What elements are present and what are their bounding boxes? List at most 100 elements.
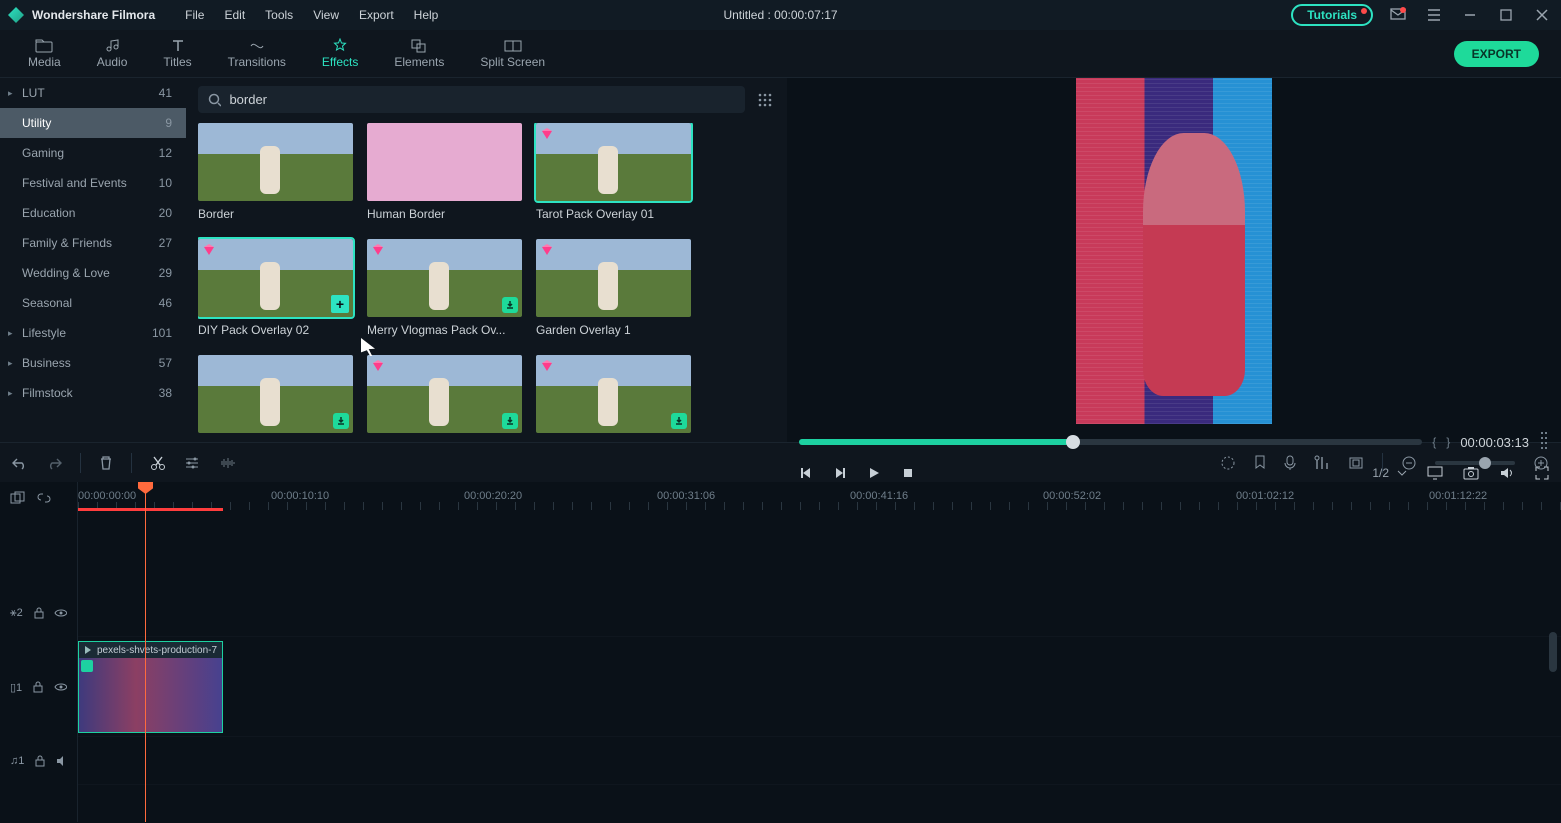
window-close-icon[interactable] — [1531, 4, 1553, 26]
text-icon — [169, 39, 187, 53]
audio-mixer-icon[interactable] — [1314, 455, 1330, 471]
audio-track-lane[interactable] — [78, 737, 1561, 785]
chevron-down-icon — [1397, 470, 1407, 476]
sidebar-item[interactable]: Lifestyle101 — [0, 318, 186, 348]
zoom-out-icon[interactable] — [1401, 455, 1417, 471]
thumbnail[interactable]: Garden Overlay 1 — [536, 239, 691, 337]
display-icon[interactable] — [1427, 466, 1443, 480]
window-maximize-icon[interactable] — [1495, 4, 1517, 26]
menu-export[interactable]: Export — [359, 8, 394, 22]
thumbnail[interactable]: Human Border — [367, 123, 522, 221]
crop-icon[interactable] — [1348, 456, 1364, 470]
audio-waveform-icon[interactable] — [218, 456, 236, 470]
lock-icon[interactable] — [34, 755, 44, 767]
tab-split-screen[interactable]: Split Screen — [462, 35, 563, 73]
zoom-in-icon[interactable] — [1533, 455, 1549, 471]
tab-transitions[interactable]: Transitions — [210, 35, 304, 73]
window-minimize-icon[interactable] — [1459, 4, 1481, 26]
voiceover-icon[interactable] — [1284, 455, 1296, 471]
adjust-icon[interactable] — [184, 456, 200, 470]
preview-drag-handle-icon[interactable] — [1539, 428, 1549, 456]
list-icon[interactable] — [1423, 4, 1445, 26]
sidebar-item[interactable]: Family & Friends27 — [0, 228, 186, 258]
sidebar-item[interactable]: Business57 — [0, 348, 186, 378]
eye-icon[interactable] — [54, 682, 67, 692]
notifications-icon[interactable] — [1387, 4, 1409, 26]
preview-panel: { } 00:00:03:13 1/2 — [787, 78, 1561, 442]
redo-icon[interactable] — [46, 456, 62, 470]
timeline-tracks[interactable]: 00:00:00:0000:00:10:1000:00:20:2000:00:3… — [78, 482, 1561, 822]
split-icon[interactable] — [150, 455, 166, 471]
tab-effects[interactable]: Effects — [304, 35, 376, 73]
tab-audio[interactable]: Audio — [79, 35, 146, 73]
thumbnail[interactable]: Border — [198, 123, 353, 221]
playhead[interactable] — [145, 482, 146, 822]
timeline-ruler[interactable]: 00:00:00:0000:00:10:1000:00:20:2000:00:3… — [78, 482, 1561, 514]
sidebar-item[interactable]: Wedding & Love29 — [0, 258, 186, 288]
lock-icon[interactable] — [32, 681, 43, 693]
menu-edit[interactable]: Edit — [224, 8, 245, 22]
volume-icon[interactable] — [1499, 466, 1515, 480]
track-header-audio[interactable]: ♫1 — [0, 737, 77, 785]
step-back-icon[interactable] — [799, 466, 813, 480]
stop-icon[interactable] — [901, 466, 915, 480]
play-icon[interactable] — [867, 466, 881, 480]
snapshot-icon[interactable] — [1463, 466, 1479, 480]
transitions-icon — [248, 39, 266, 53]
eye-icon[interactable] — [54, 608, 67, 618]
undo-icon[interactable] — [12, 456, 28, 470]
menu-file[interactable]: File — [185, 8, 204, 22]
sidebar-item[interactable]: LUT41 — [0, 78, 186, 108]
link-icon[interactable] — [36, 491, 52, 505]
thumbnail[interactable] — [367, 355, 522, 439]
marker-icon[interactable] — [1254, 455, 1266, 471]
sidebar-item[interactable]: Filmstock38 — [0, 378, 186, 408]
tab-titles[interactable]: Titles — [145, 35, 209, 73]
menu-view[interactable]: View — [313, 8, 339, 22]
brace-left-icon[interactable]: { — [1432, 435, 1436, 449]
thumbnail[interactable]: Tarot Pack Overlay 01 — [536, 123, 691, 221]
delete-icon[interactable] — [99, 455, 113, 471]
overlap-icon[interactable] — [10, 491, 26, 505]
sidebar-item[interactable]: Seasonal46 — [0, 288, 186, 318]
search-input[interactable] — [229, 92, 735, 107]
main-menu: File Edit Tools View Export Help — [185, 8, 438, 22]
thumbnail[interactable] — [198, 355, 353, 439]
step-forward-icon[interactable] — [833, 466, 847, 480]
menu-help[interactable]: Help — [414, 8, 439, 22]
lock-icon[interactable] — [33, 607, 44, 619]
add-icon[interactable]: + — [331, 295, 349, 313]
sidebar-item[interactable]: Education20 — [0, 198, 186, 228]
video-track-lane[interactable]: pexels-shvets-production-7 — [78, 637, 1561, 737]
timeline-scrollbar[interactable] — [1549, 482, 1559, 822]
menu-tools[interactable]: Tools — [265, 8, 293, 22]
fx-track-lane[interactable] — [78, 589, 1561, 637]
speaker-icon[interactable] — [55, 755, 67, 767]
music-icon — [103, 39, 121, 53]
timeline: ⚹2 ▯1 ♫1 00:00:00:0000:00:10:1000:00:20:… — [0, 482, 1561, 822]
preview-progress-row: { } 00:00:03:13 — [787, 424, 1561, 460]
grid-view-icon[interactable] — [757, 92, 773, 108]
thumbnail[interactable]: Merry Vlogmas Pack Ov... — [367, 239, 522, 337]
sidebar-item[interactable]: Gaming12 — [0, 138, 186, 168]
track-header-video[interactable]: ▯1 — [0, 637, 77, 737]
zoom-slider[interactable] — [1435, 461, 1515, 465]
thumbnail[interactable]: +DIY Pack Overlay 02 — [198, 239, 353, 337]
thumbnail[interactable] — [536, 355, 691, 439]
progress-handle-icon[interactable] — [1066, 435, 1080, 449]
track-headers: ⚹2 ▯1 ♫1 — [0, 482, 78, 822]
track-header-fx[interactable]: ⚹2 — [0, 589, 77, 637]
split-screen-icon — [504, 39, 522, 53]
tab-media[interactable]: Media — [10, 35, 79, 73]
render-icon[interactable] — [1220, 455, 1236, 471]
sidebar-item[interactable]: Festival and Events10 — [0, 168, 186, 198]
tutorials-button[interactable]: Tutorials — [1291, 4, 1373, 26]
search-box[interactable] — [198, 86, 745, 113]
preview-timecode: 00:00:03:13 — [1460, 435, 1529, 450]
brace-right-icon[interactable]: } — [1446, 435, 1450, 449]
sidebar-item[interactable]: Utility9 — [0, 108, 186, 138]
tab-elements[interactable]: Elements — [376, 35, 462, 73]
video-clip[interactable]: pexels-shvets-production-7 — [78, 641, 223, 733]
export-button[interactable]: EXPORT — [1454, 41, 1539, 67]
progress-bar[interactable] — [799, 439, 1422, 445]
